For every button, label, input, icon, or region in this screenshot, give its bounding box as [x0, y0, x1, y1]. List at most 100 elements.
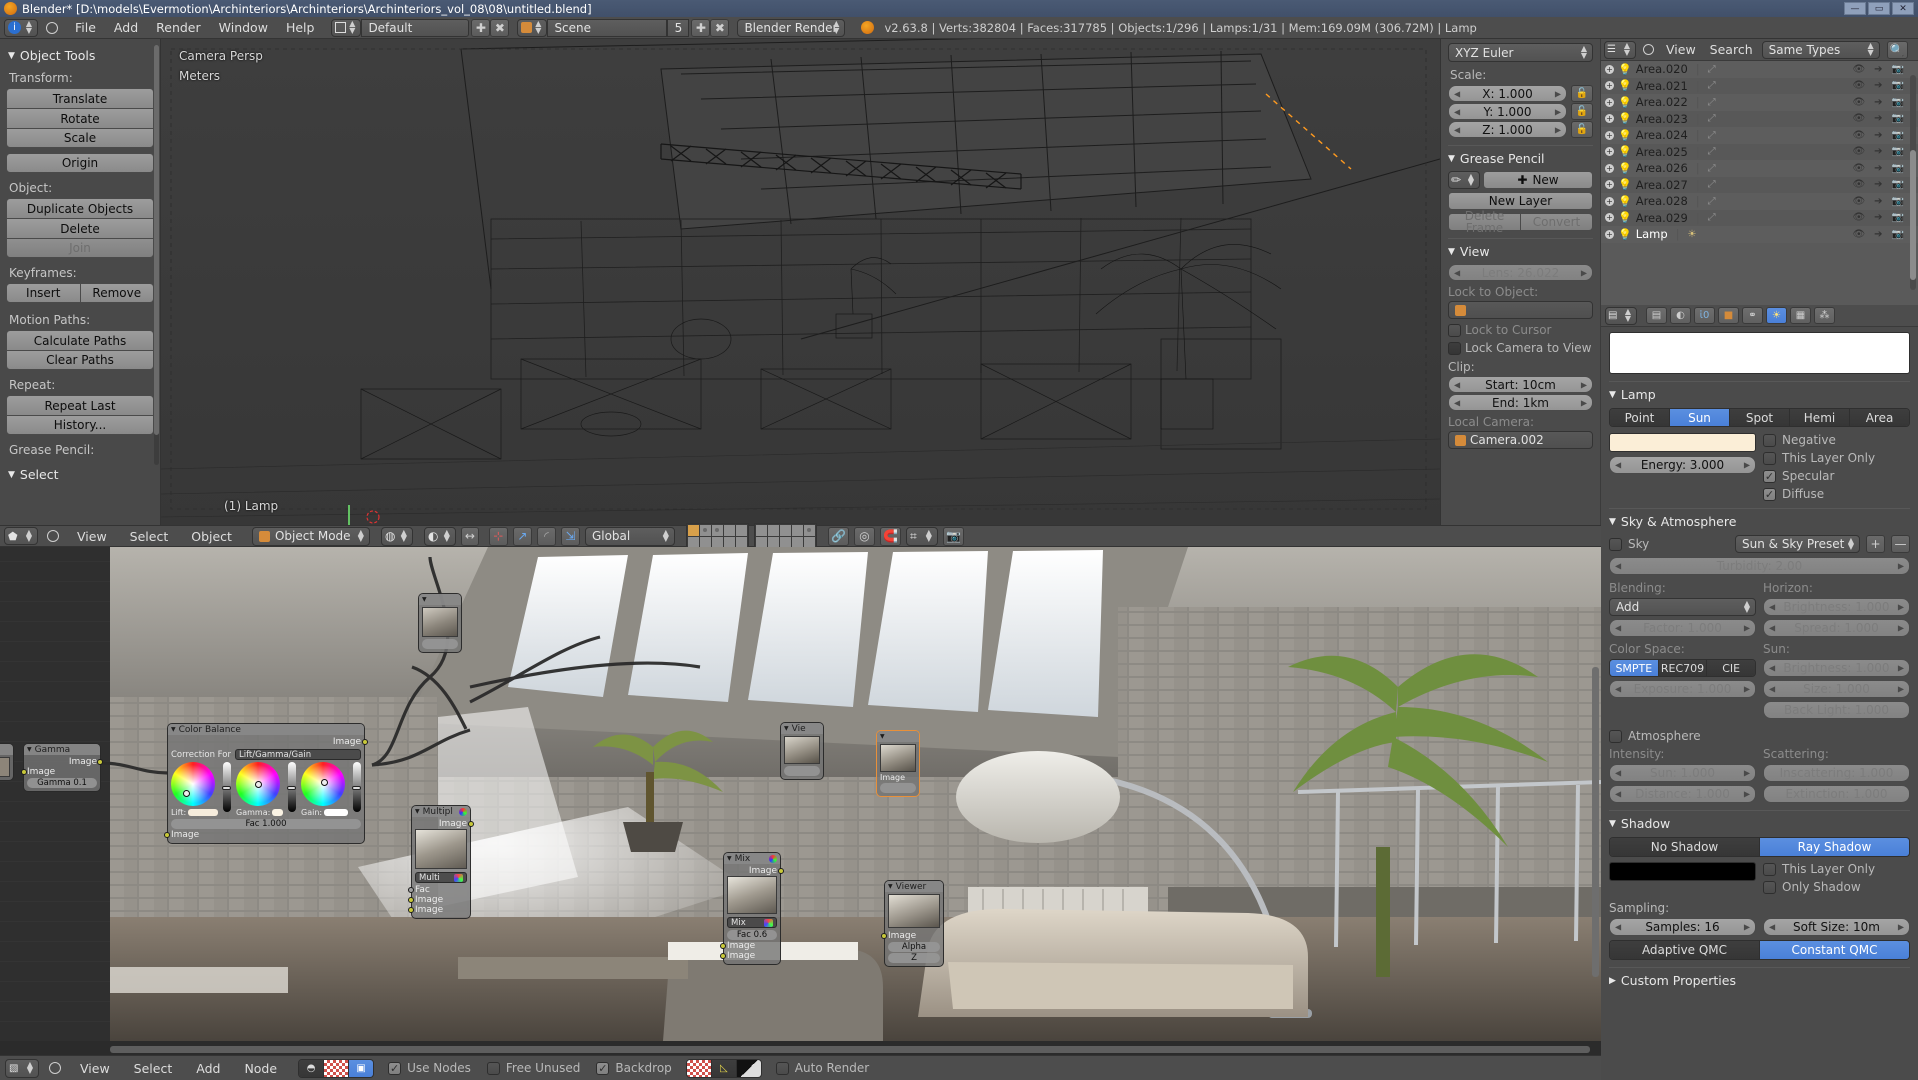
selectable-cursor-icon[interactable]: ➔: [1874, 163, 1882, 174]
translate-button[interactable]: Translate: [6, 88, 154, 108]
add-preset-button[interactable]: +: [1866, 535, 1885, 553]
color-swatch-icon[interactable]: [454, 874, 463, 882]
collapse-menu-icon[interactable]: [49, 1062, 61, 1074]
visibility-eye-icon[interactable]: 👁: [1852, 196, 1865, 207]
chevron-down-icon[interactable]: ▼: [727, 855, 732, 862]
object-mode-selector[interactable]: Object Mode ▲▼: [252, 527, 370, 546]
renderable-camera-icon[interactable]: 📷: [1892, 229, 1904, 240]
node-header-render-layers[interactable]: ▼: [419, 594, 461, 605]
increment-arrow-icon[interactable]: ▶: [1898, 603, 1904, 612]
increment-arrow-icon[interactable]: ▶: [1555, 125, 1561, 134]
lamp-data-icon[interactable]: ⤢: [1708, 113, 1716, 124]
expand-icon[interactable]: +: [1605, 147, 1614, 156]
socket-input-image-2[interactable]: [408, 907, 414, 913]
decrement-arrow-icon[interactable]: ◀: [1454, 125, 1460, 134]
sun-brightness-field[interactable]: ◀ Brightness: 1.000 ▶: [1763, 659, 1910, 677]
renderable-camera-icon[interactable]: 📷: [1892, 97, 1904, 108]
this-layer-only-checkbox[interactable]: [1763, 452, 1776, 465]
increment-arrow-icon[interactable]: ▶: [1581, 268, 1587, 277]
sky-panel-header[interactable]: ▼ Sky & Atmosphere: [1609, 514, 1910, 529]
visibility-eye-icon[interactable]: 👁: [1852, 113, 1865, 124]
lamp-data-icon[interactable]: ☀: [1688, 229, 1697, 240]
only-shadow-checkbox[interactable]: [1763, 881, 1776, 894]
socket-input-image-2[interactable]: [720, 953, 726, 959]
lens-field[interactable]: ◀ Lens: 26.022 ▶: [1448, 264, 1593, 281]
node-layer-value[interactable]: [422, 639, 458, 649]
outliner-row[interactable]: +💡Area.026|⤢👁➔📷: [1601, 160, 1918, 177]
proportional-edit-icon[interactable]: ◎: [854, 527, 875, 546]
lamp-type-area[interactable]: Area: [1850, 409, 1909, 426]
lamp-energy-field[interactable]: ◀ Energy: 3.000 ▶: [1609, 456, 1756, 474]
visibility-eye-icon[interactable]: 👁: [1852, 146, 1865, 157]
scene-browse-icon[interactable]: ▲▼: [517, 19, 547, 37]
new-grease-pencil-button[interactable]: ✚ New: [1483, 171, 1593, 189]
calculate-paths-button[interactable]: Calculate Paths: [6, 330, 154, 350]
collapse-menu-icon[interactable]: [1643, 44, 1654, 55]
node-multiply[interactable]: ▼ Multipl Image Multi Fac Image: [411, 805, 471, 919]
chevron-down-icon[interactable]: ▼: [422, 596, 427, 603]
visibility-eye-icon[interactable]: 👁: [1852, 212, 1865, 223]
color-wheel-gamma[interactable]: [236, 762, 280, 806]
screen-layout-browse-icon[interactable]: ▲▼: [331, 19, 361, 37]
insert-keyframe-button[interactable]: Insert: [6, 283, 81, 303]
menu-file[interactable]: File: [66, 20, 105, 35]
blend-mode-selector[interactable]: Mix: [727, 917, 777, 928]
lamp-data-icon[interactable]: ⤢: [1708, 80, 1716, 91]
node-header-viewer[interactable]: ▼ Vie: [781, 723, 823, 734]
node-vertical-scrollbar[interactable]: [1592, 667, 1599, 977]
chevron-down-icon[interactable]: ▼: [784, 725, 789, 732]
outliner-row[interactable]: +💡Area.022|⤢👁➔📷: [1601, 94, 1918, 111]
composite-nodes-tab[interactable]: ▣: [349, 1060, 373, 1077]
turbidity-field[interactable]: ◀ Turbidity: 2.00 ▶: [1609, 557, 1910, 575]
diffuse-checkbox[interactable]: ✓: [1763, 488, 1776, 501]
new-scene-button[interactable]: ✚: [691, 19, 710, 37]
auto-render-checkbox[interactable]: [776, 1062, 789, 1075]
scale-x-field[interactable]: ◀ X: 1.000 ▶: [1448, 85, 1567, 102]
pivot-align-icon[interactable]: ↔: [461, 527, 479, 546]
outliner-row[interactable]: +💡Area.029|⤢👁➔📷: [1601, 210, 1918, 227]
socket-output-image[interactable]: [362, 739, 368, 745]
node-viewer-value[interactable]: [784, 766, 820, 776]
renderable-camera-icon[interactable]: 📷: [1892, 163, 1904, 174]
exposure-field[interactable]: ◀ Exposure: 1.000 ▶: [1609, 680, 1756, 698]
maximize-button[interactable]: ▭: [1868, 2, 1890, 15]
chevron-down-icon[interactable]: ▼: [415, 808, 420, 815]
visibility-eye-icon[interactable]: 👁: [1852, 179, 1865, 190]
increment-arrow-icon[interactable]: ▶: [1555, 89, 1561, 98]
selectable-cursor-icon[interactable]: ➔: [1874, 196, 1882, 207]
texture-nodes-tab[interactable]: [324, 1060, 349, 1077]
editor-type-selector[interactable]: ▧ ▲▼: [5, 1059, 39, 1078]
lock-camera-to-view-checkbox[interactable]: [1448, 342, 1461, 355]
lamp-data-icon[interactable]: ⤢: [1708, 196, 1716, 207]
increment-arrow-icon[interactable]: ▶: [1581, 398, 1587, 407]
grease-pencil-panel-header[interactable]: ▼ Grease Pencil: [1448, 151, 1593, 166]
colorspace-rec709[interactable]: REC709: [1659, 660, 1708, 676]
delete-button[interactable]: Delete: [6, 218, 154, 238]
node-tree-type-selector[interactable]: ◓ ▣: [298, 1059, 374, 1078]
selectable-cursor-icon[interactable]: ➔: [1874, 130, 1882, 141]
increment-arrow-icon[interactable]: ▶: [1898, 562, 1904, 571]
rotate-button[interactable]: Rotate: [6, 108, 154, 128]
outliner-row[interactable]: +💡Area.024|⤢👁➔📷: [1601, 127, 1918, 144]
close-button[interactable]: ✕: [1892, 2, 1914, 15]
node-image-value[interactable]: [880, 783, 916, 793]
renderable-camera-icon[interactable]: 📷: [1892, 64, 1904, 75]
node-gamma-value[interactable]: Gamma 0.1: [27, 778, 97, 788]
renderable-camera-icon[interactable]: 📷: [1892, 113, 1904, 124]
colorspace-selector[interactable]: SMPTEREC709CIE: [1609, 659, 1756, 677]
use-nodes-checkbox[interactable]: ✓: [388, 1062, 401, 1075]
socket-input-image[interactable]: [164, 832, 170, 838]
increment-arrow-icon[interactable]: ▶: [1898, 923, 1904, 932]
remove-keyframe-button[interactable]: Remove: [81, 283, 155, 303]
visibility-eye-icon[interactable]: 👁: [1852, 97, 1865, 108]
decrement-arrow-icon[interactable]: ◀: [1615, 461, 1621, 470]
channel-bw-tab[interactable]: [737, 1060, 761, 1077]
node-color-balance[interactable]: ▼ Color Balance Image Correction For Lif…: [167, 723, 365, 844]
outliner-scrollbar[interactable]: [1910, 75, 1916, 290]
add-screen-layout-button[interactable]: ✚: [471, 19, 490, 37]
outliner-row[interactable]: +💡Area.023|⤢👁➔📷: [1601, 111, 1918, 128]
lock-scene-icon[interactable]: 🔗: [828, 527, 849, 546]
color-wheel-gain[interactable]: [301, 762, 345, 806]
transform-orientation-selector[interactable]: Global ▲▼: [585, 527, 675, 546]
socket-input-image-1[interactable]: [408, 897, 414, 903]
